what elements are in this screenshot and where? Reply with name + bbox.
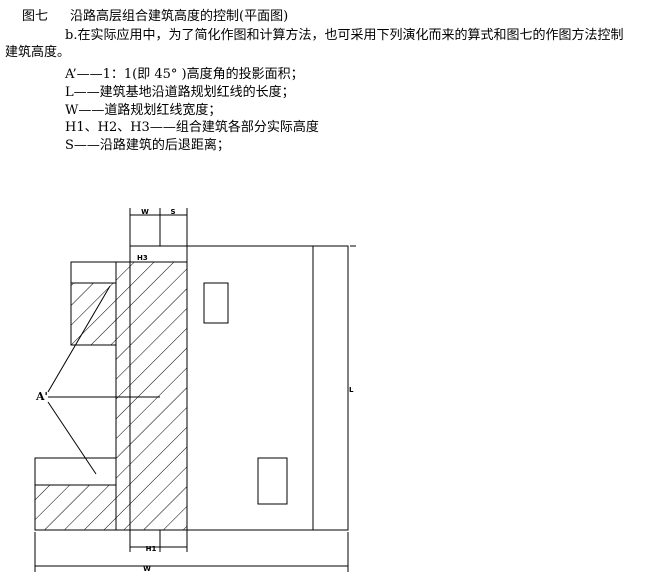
label-bottom-h1: H1 bbox=[146, 545, 157, 553]
label-a-prime: A' bbox=[35, 390, 48, 403]
label-top-s: S bbox=[170, 208, 175, 216]
label-l: L bbox=[349, 386, 354, 394]
leader-line-lower bbox=[47, 401, 97, 475]
label-bottom-w: W bbox=[143, 565, 151, 573]
projection-area-lower-wing bbox=[34, 484, 117, 531]
opening-lower bbox=[257, 457, 288, 505]
plan-diagram: W S H3 A' L H1 W bbox=[34, 208, 356, 573]
opening-upper bbox=[203, 282, 229, 324]
label-top-w: W bbox=[141, 208, 149, 216]
projection-area-main bbox=[115, 261, 188, 531]
label-h3: H3 bbox=[137, 254, 148, 262]
